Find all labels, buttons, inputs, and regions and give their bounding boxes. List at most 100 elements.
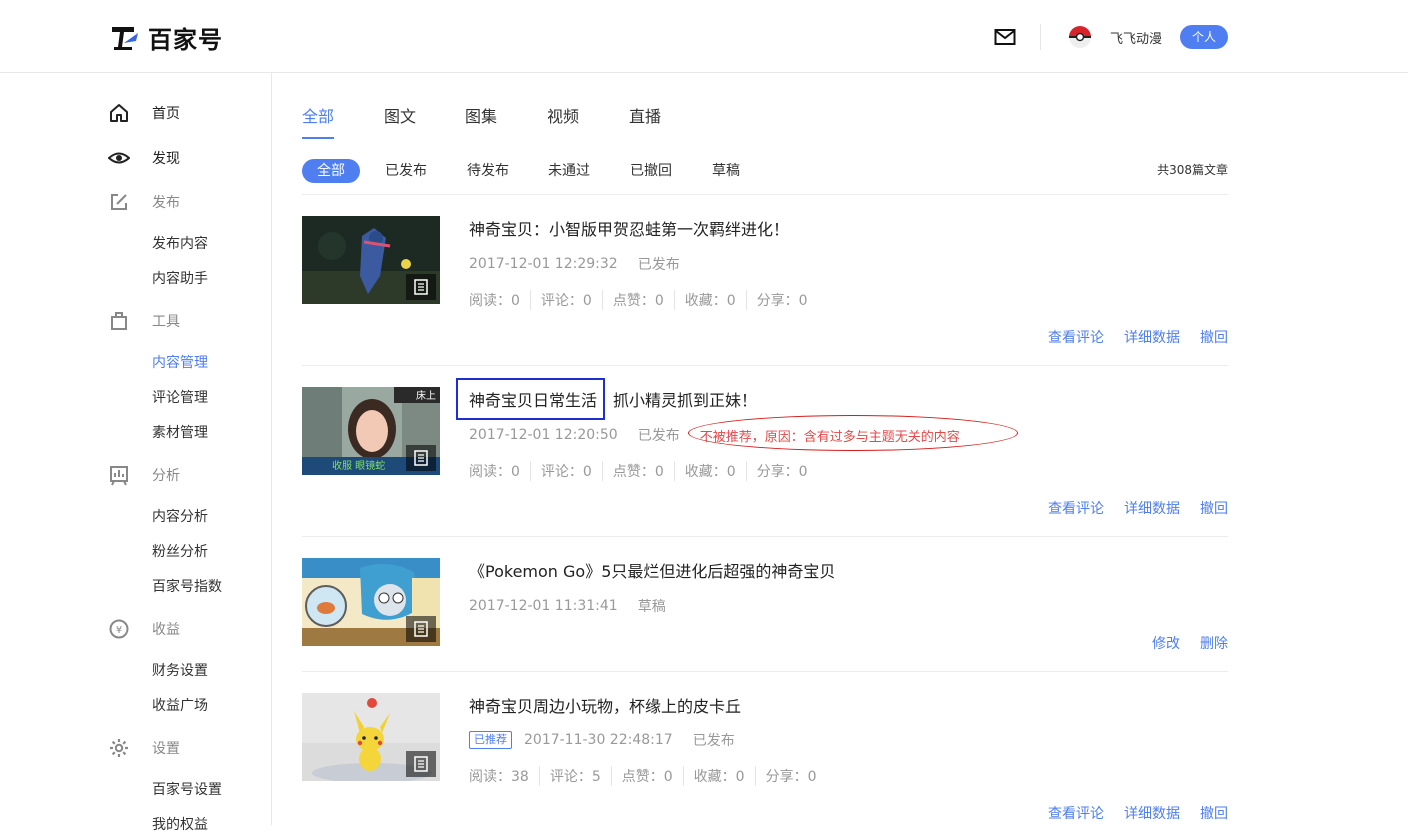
title-rest: 抓小精灵抓到正妹！ [613,391,758,410]
sidebar-item-publish-content[interactable]: 发布内容 [152,233,208,253]
status-filters: 全部 已发布 待发布 未通过 已撤回 草稿 共308篇文章 [302,159,1228,183]
tab-articles[interactable]: 图文 [384,103,416,127]
withdraw-link[interactable]: 撤回 [1200,327,1228,347]
article-actions: 修改 删除 [1152,633,1228,653]
header-divider [1040,24,1041,50]
avatar[interactable] [1068,25,1092,49]
recommended-badge: 已推荐 [469,731,512,749]
filter-published[interactable]: 已发布 [385,159,427,183]
divider [302,194,1228,195]
sidebar-item-comment-management[interactable]: 评论管理 [152,387,208,407]
coin-icon: ¥ [109,619,129,639]
sidebar-item-material-management[interactable]: 素材管理 [152,422,208,442]
article-type-icon [406,616,436,642]
sidebar-group-settings[interactable]: 设置 [108,736,180,760]
article-actions: 查看评论 详细数据 撤回 [1048,498,1228,518]
filter-rejected[interactable]: 未通过 [548,159,590,183]
sidebar-item-earnings-plaza[interactable]: 收益广场 [152,695,208,715]
mail-icon[interactable] [994,28,1016,46]
filter-drafts[interactable]: 草稿 [712,159,740,183]
sidebar-item-my-rights[interactable]: 我的权益 [152,814,208,834]
tab-galleries[interactable]: 图集 [465,103,497,127]
article-title[interactable]: 神奇宝贝周边小玩物，杯缘上的皮卡丘 [469,693,741,717]
view-comments-link[interactable]: 查看评论 [1048,498,1104,518]
stat-likes: 点赞：0 [601,290,674,310]
sidebar-item-content-assistant[interactable]: 内容助手 [152,268,208,288]
sidebar-group-tools[interactable]: 工具 [108,309,180,333]
article-stats: 阅读：38 评论：5 点赞：0 收藏：0 分享：0 [469,766,827,786]
svg-text:床上: 床上 [416,389,436,402]
sidebar-item-home[interactable]: 首页 [108,101,180,125]
not-recommended-reason: 不被推荐，原因：含有过多与主题无关的内容 [687,414,1018,451]
detail-data-link[interactable]: 详细数据 [1124,498,1180,518]
active-tab-underline [302,137,334,139]
article-meta: 2017-12-01 12:29:32 已发布 [469,254,680,274]
annotation-ring [687,414,1018,451]
detail-data-link[interactable]: 详细数据 [1124,327,1180,347]
stat-reads: 阅读：0 [469,464,520,480]
divider [302,365,1228,366]
tab-videos[interactable]: 视频 [547,103,579,127]
username[interactable]: 飞飞动漫 [1110,28,1162,47]
sidebar-item-account-settings[interactable]: 百家号设置 [152,779,222,799]
svg-text:¥: ¥ [116,625,122,636]
filter-all[interactable]: 全部 [302,159,360,183]
stat-comments: 评论：0 [529,461,602,481]
article-type-icon [406,751,436,777]
stat-reads: 阅读：0 [469,293,520,309]
sidebar-item-finance-settings[interactable]: 财务设置 [152,660,208,680]
article-title[interactable]: 神奇宝贝日常生活 抓小精灵抓到正妹！ [456,378,758,420]
view-comments-link[interactable]: 查看评论 [1048,803,1104,823]
stat-comments: 评论：5 [538,766,611,786]
article-status: 已发布 [637,257,680,273]
top-header: 百家号 飞飞动漫 个人 [0,0,1408,73]
article-count: 共308篇文章 [1157,163,1228,177]
article-type-icon [406,445,436,471]
edit-link[interactable]: 修改 [1152,633,1180,653]
baijiahao-logo[interactable]: 百家号 [110,22,223,54]
article-date: 2017-12-01 12:29:32 [469,256,618,272]
article-actions: 查看评论 详细数据 撤回 [1048,327,1228,347]
stat-shares: 分享：0 [745,290,818,310]
sidebar-group-analysis[interactable]: 分析 [108,463,180,487]
article-thumbnail[interactable] [302,558,440,646]
article-actions: 查看评论 详细数据 撤回 [1048,803,1228,823]
detail-data-link[interactable]: 详细数据 [1124,803,1180,823]
article-thumbnail[interactable] [302,693,440,781]
logo-text: 百家号 [148,25,223,54]
article-title[interactable]: 《Pokemon Go》5只最烂但进化后超强的神奇宝贝 [469,558,835,582]
sidebar-item-discover[interactable]: 发现 [108,146,180,170]
article-thumbnail[interactable]: 床上 收服 眼镜蛇 [302,387,440,475]
divider [302,671,1228,672]
divider [302,536,1228,537]
withdraw-link[interactable]: 撤回 [1200,803,1228,823]
article-meta: 2017-12-01 11:31:41 草稿 [469,596,666,616]
sidebar-item-fan-analysis[interactable]: 粉丝分析 [152,541,208,561]
chart-icon [110,466,128,486]
bag-icon [111,312,127,330]
article-title[interactable]: 神奇宝贝：小智版甲贺忍蛙第一次羁绊进化！ [469,216,789,240]
article-status: 已发布 [637,428,680,444]
sidebar-item-content-analysis[interactable]: 内容分析 [152,506,208,526]
tab-all[interactable]: 全部 [302,103,334,127]
view-comments-link[interactable]: 查看评论 [1048,327,1104,347]
stat-comments: 评论：0 [529,290,602,310]
filter-pending[interactable]: 待发布 [467,159,509,183]
stat-shares: 分享：0 [754,766,827,786]
article-date: 2017-12-01 11:31:41 [469,598,618,614]
sidebar-item-content-management[interactable]: 内容管理 [152,352,208,372]
article-meta: 已推荐 2017-11-30 22:48:17 已发布 [469,730,735,750]
account-type-badge: 个人 [1180,25,1228,49]
withdraw-link[interactable]: 撤回 [1200,498,1228,518]
stat-likes: 点赞：0 [601,461,674,481]
stat-favorites: 收藏：0 [682,766,755,786]
sidebar-item-index[interactable]: 百家号指数 [152,576,222,596]
delete-link[interactable]: 删除 [1200,633,1228,653]
article-date: 2017-12-01 12:20:50 [469,427,618,443]
tab-live[interactable]: 直播 [629,103,661,127]
sidebar-group-earnings[interactable]: ¥ 收益 [108,617,180,641]
article-stats: 阅读：0 评论：0 点赞：0 收藏：0 分享：0 [469,461,818,481]
filter-withdrawn[interactable]: 已撤回 [630,159,672,183]
sidebar-group-publish[interactable]: 发布 [108,190,180,214]
article-thumbnail[interactable] [302,216,440,304]
